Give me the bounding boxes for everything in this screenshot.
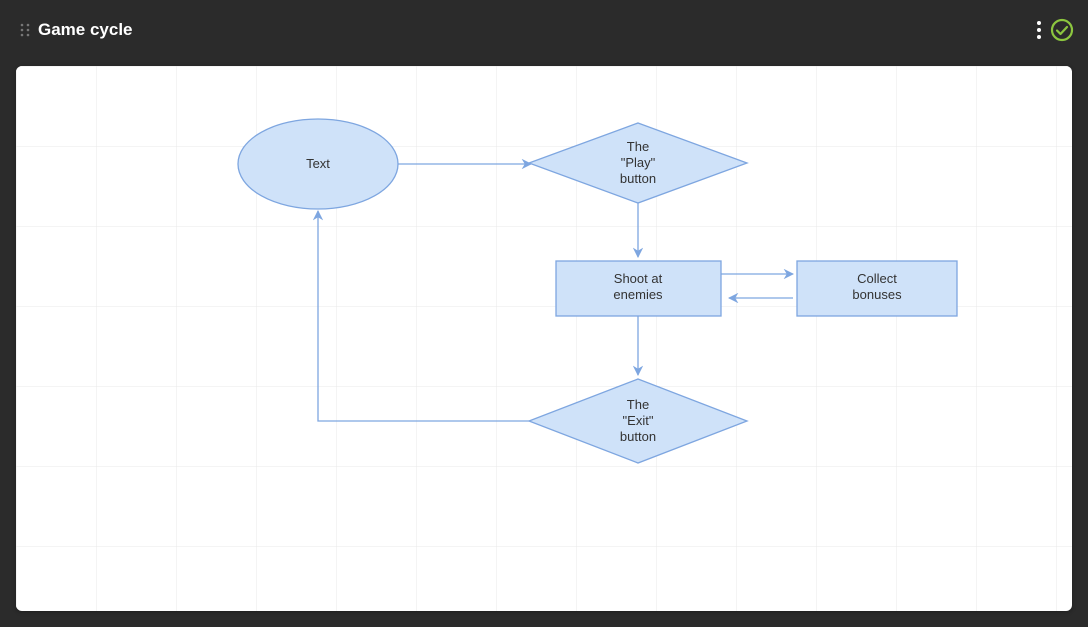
node-play-label-3: button: [620, 171, 656, 186]
node-start[interactable]: Text: [238, 119, 398, 209]
diagram-canvas[interactable]: Text The "Play" button Shoot at enemies …: [16, 66, 1072, 611]
node-start-label: Text: [306, 156, 330, 171]
page-title: Game cycle: [38, 20, 1036, 40]
node-play-label-1: The: [627, 139, 649, 154]
node-shoot[interactable]: Shoot at enemies: [556, 261, 721, 316]
node-collect[interactable]: Collect bonuses: [797, 261, 957, 316]
flowchart-svg: Text The "Play" button Shoot at enemies …: [16, 66, 1072, 611]
node-shoot-label-1: Shoot at: [614, 271, 663, 286]
node-shoot-label-2: enemies: [613, 287, 663, 302]
more-icon[interactable]: [1036, 20, 1042, 40]
node-collect-label-1: Collect: [857, 271, 897, 286]
check-circle-icon[interactable]: [1050, 18, 1074, 42]
grid-background: [16, 66, 1072, 611]
node-exit-label-3: button: [620, 429, 656, 444]
node-exit-label-2: "Exit": [623, 413, 654, 428]
grip-icon[interactable]: [20, 23, 30, 37]
header-bar: Game cycle: [0, 0, 1088, 60]
header-actions: [1036, 18, 1074, 42]
node-collect-label-2: bonuses: [852, 287, 902, 302]
node-play-label-2: "Play": [621, 155, 656, 170]
node-exit-label-1: The: [627, 397, 649, 412]
